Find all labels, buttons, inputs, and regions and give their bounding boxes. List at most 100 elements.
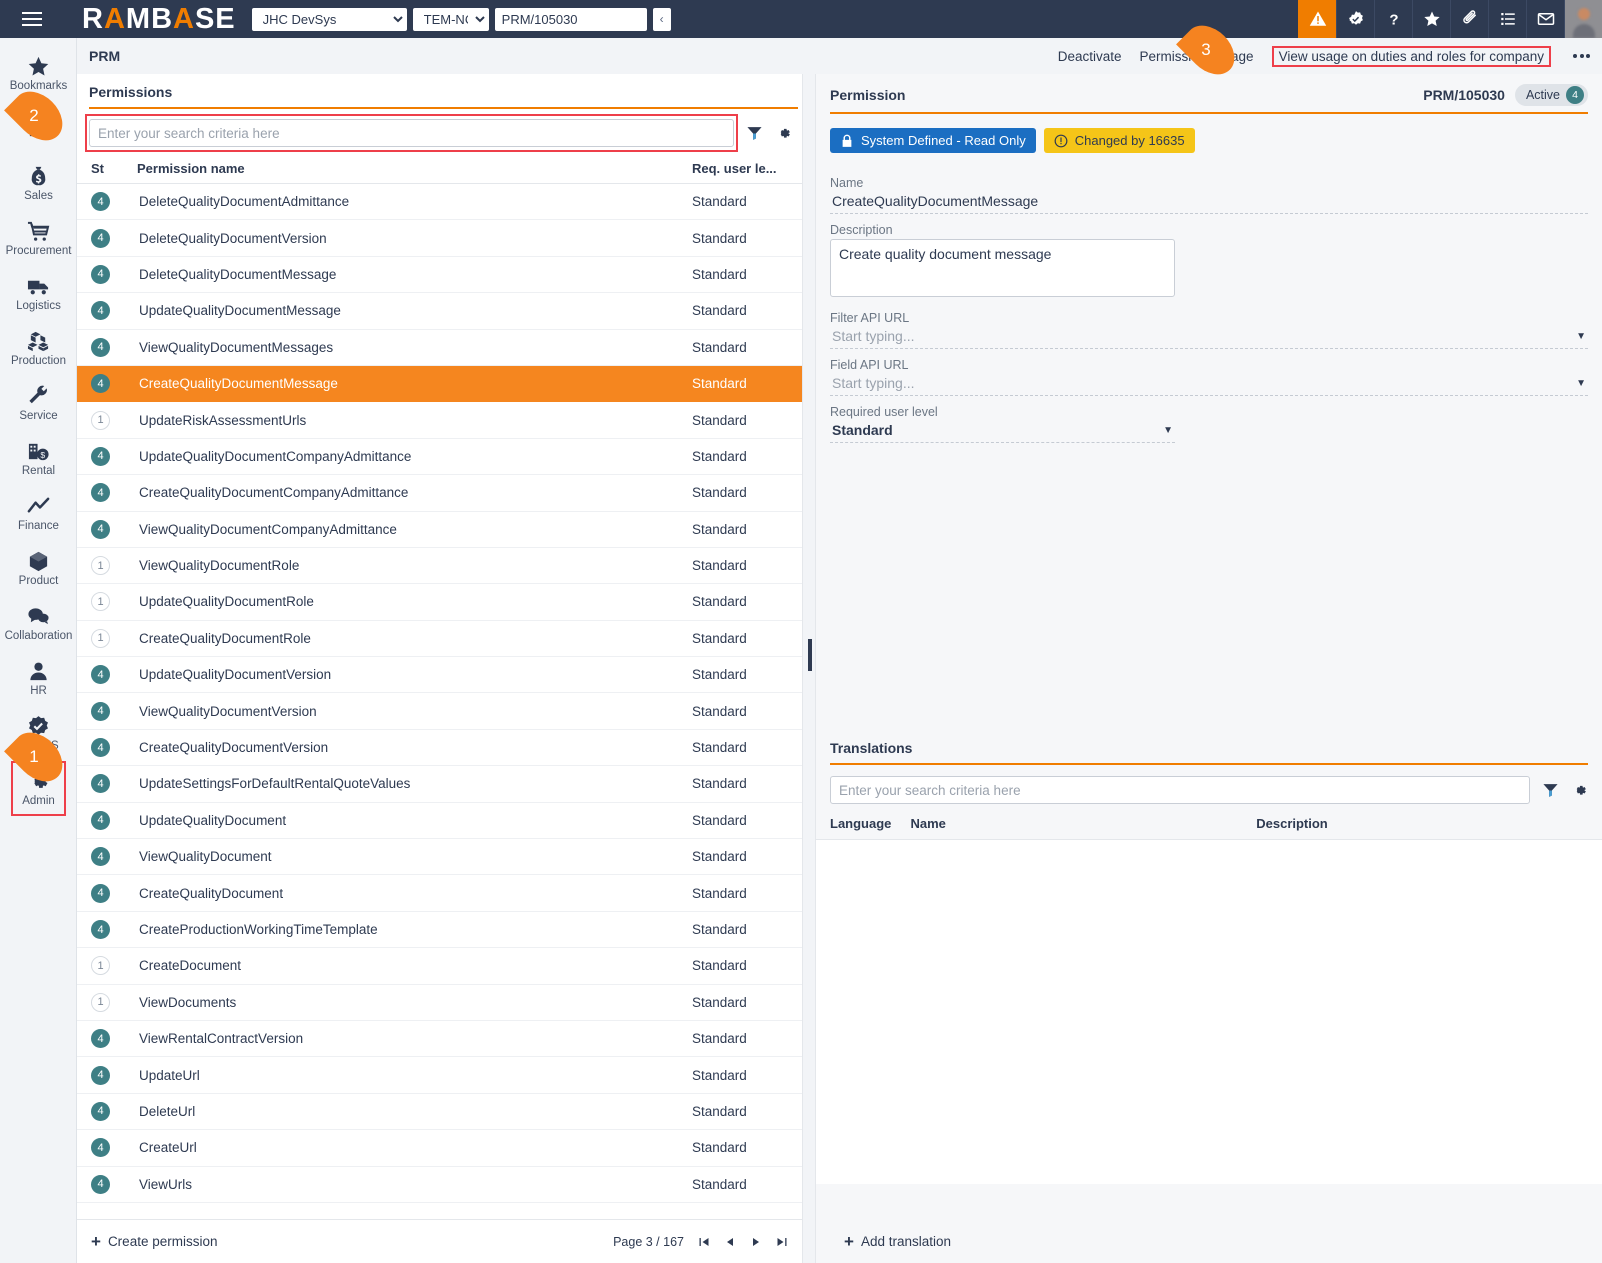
table-row[interactable]: 4 CreateQualityDocument Standard: [77, 874, 802, 912]
table-row[interactable]: 4 DeleteUrl Standard: [77, 1093, 802, 1131]
table-row[interactable]: 4 ViewQualityDocumentCompanyAdmittance Sta…: [77, 511, 802, 548]
row-permission-name[interactable]: ViewQualityDocumentCompanyAdmittance: [137, 511, 692, 548]
row-permission-name[interactable]: ViewQualityDocumentMessages: [137, 329, 692, 366]
collapse-toggle-icon[interactable]: ‹: [652, 7, 671, 31]
filter-icon[interactable]: [746, 125, 763, 142]
warning-icon[interactable]: [1298, 0, 1336, 38]
deactivate-link[interactable]: Deactivate: [1058, 49, 1122, 64]
previous-page-icon[interactable]: [724, 1236, 736, 1248]
row-permission-name[interactable]: UpdateQualityDocumentCompanyAdmittance: [137, 438, 692, 476]
row-permission-name[interactable]: DeleteUrl: [137, 1093, 692, 1131]
table-row[interactable]: 4 UpdateQualityDocument Standard: [77, 802, 802, 840]
table-row[interactable]: 4 CreateQualityDocumentCompanyAdmittance S…: [77, 474, 802, 512]
sidebar-item-service[interactable]: Service: [0, 376, 77, 431]
row-permission-name[interactable]: CreateProductionWorkingTimeTemplate: [137, 911, 692, 949]
table-row[interactable]: 4 DeleteQualityDocumentAdmittance Standard: [77, 183, 802, 221]
name-field-value[interactable]: CreateQualityDocumentMessage: [830, 190, 1588, 214]
row-permission-name[interactable]: ViewQualityDocument: [137, 838, 692, 876]
row-permission-name[interactable]: UpdateRiskAssessmentUrls: [137, 401, 692, 439]
field-api-url-input[interactable]: Start typing... ▼: [830, 372, 1588, 396]
filter-api-url-input[interactable]: Start typing... ▼: [830, 325, 1588, 349]
row-permission-name[interactable]: CreateUrl: [137, 1129, 692, 1167]
first-page-icon[interactable]: [698, 1236, 710, 1248]
table-row[interactable]: 4 CreateUrl Standard: [77, 1129, 802, 1167]
row-permission-name[interactable]: CreateQualityDocumentMessage: [137, 365, 692, 403]
column-header-language[interactable]: Language: [816, 814, 911, 839]
create-permission-button[interactable]: + Create permission: [91, 1233, 217, 1250]
table-row[interactable]: 4 ViewQualityDocumentMessages Standard: [77, 329, 802, 366]
list-settings-gear-icon[interactable]: [775, 125, 792, 142]
row-permission-name[interactable]: DeleteQualityDocumentAdmittance: [137, 183, 692, 221]
row-permission-name[interactable]: ViewQualityDocumentRole: [137, 547, 692, 585]
table-row[interactable]: 4 CreateProductionWorkingTimeTemplate Stan…: [77, 911, 802, 949]
table-row[interactable]: 1 CreateDocument Standard: [77, 947, 802, 985]
sidebar-item-rental[interactable]: $ Rental: [0, 431, 77, 486]
row-permission-name[interactable]: UpdateQualityDocumentMessage: [137, 292, 692, 330]
table-row[interactable]: 4 ViewUrls Standard: [77, 1166, 802, 1203]
sidebar-item-sales[interactable]: Sales: [0, 156, 77, 211]
next-page-icon[interactable]: [750, 1236, 762, 1248]
filter-icon[interactable]: [1542, 782, 1559, 799]
add-translation-button[interactable]: + Add translation: [844, 1233, 951, 1250]
row-permission-name[interactable]: UpdateSettingsForDefaultRentalQuoteValue…: [137, 765, 692, 803]
table-row[interactable]: 4 DeleteQualityDocumentVersion Standard: [77, 219, 802, 257]
messages-icon[interactable]: [1526, 0, 1564, 38]
approval-badge-icon[interactable]: [1336, 0, 1374, 38]
row-permission-name[interactable]: UpdateQualityDocumentVersion: [137, 656, 692, 694]
column-header-name[interactable]: Name: [911, 814, 1257, 839]
row-permission-name[interactable]: CreateDocument: [137, 947, 692, 985]
panel-splitter[interactable]: [802, 74, 816, 1263]
column-header-permission-name[interactable]: Permission name: [137, 157, 692, 184]
table-row[interactable]: 4 UpdateQualityDocumentCompanyAdmittance S…: [77, 438, 802, 476]
table-row[interactable]: 4 CreateQualityDocumentMessage Standard: [77, 365, 802, 403]
row-permission-name[interactable]: CreateQualityDocumentCompanyAdmittance: [137, 474, 692, 512]
sidebar-item-logistics[interactable]: Logistics: [0, 266, 77, 321]
table-row[interactable]: 1 ViewDocuments Standard: [77, 984, 802, 1021]
table-row[interactable]: 4 ViewRentalContractVersion Standard: [77, 1020, 802, 1058]
required-user-level-select[interactable]: Standard ▼: [830, 419, 1175, 443]
row-permission-name[interactable]: CreateQualityDocumentRole: [137, 620, 692, 658]
table-row[interactable]: 4 DeleteQualityDocumentMessage Standard: [77, 256, 802, 294]
document-id-input[interactable]: [494, 7, 647, 31]
sidebar-item-hr[interactable]: HR: [0, 651, 77, 706]
translations-search-input[interactable]: [830, 776, 1530, 804]
tasklist-icon[interactable]: [1488, 0, 1526, 38]
sidebar-item-procurement[interactable]: Procurement: [0, 211, 77, 266]
table-row[interactable]: 4 UpdateUrl Standard: [77, 1056, 802, 1094]
sidebar-item-collaboration[interactable]: Collaboration: [0, 596, 77, 651]
table-row[interactable]: 1 UpdateRiskAssessmentUrls Standard: [77, 401, 802, 439]
favourites-star-icon[interactable]: [1412, 0, 1450, 38]
row-permission-name[interactable]: ViewQualityDocumentVersion: [137, 692, 692, 730]
last-page-icon[interactable]: [776, 1236, 788, 1248]
table-row[interactable]: 1 ViewQualityDocumentRole Standard: [77, 547, 802, 585]
row-permission-name[interactable]: ViewRentalContractVersion: [137, 1020, 692, 1058]
table-row[interactable]: 1 CreateQualityDocumentRole Standard: [77, 620, 802, 658]
user-avatar[interactable]: [1564, 0, 1602, 38]
row-permission-name[interactable]: CreateQualityDocument: [137, 874, 692, 912]
row-permission-name[interactable]: CreateQualityDocumentVersion: [137, 729, 692, 767]
table-row[interactable]: 4 CreateQualityDocumentVersion Standard: [77, 729, 802, 767]
system-select[interactable]: TEM-NO: [412, 7, 489, 31]
table-row[interactable]: 4 UpdateQualityDocumentMessage Standard: [77, 292, 802, 330]
row-permission-name[interactable]: UpdateQualityDocumentRole: [137, 583, 692, 621]
row-permission-name[interactable]: DeleteQualityDocumentMessage: [137, 256, 692, 294]
table-row[interactable]: 4 ViewQualityDocument Standard: [77, 838, 802, 876]
row-permission-name[interactable]: ViewDocuments: [137, 984, 692, 1021]
row-permission-name[interactable]: UpdateUrl: [137, 1056, 692, 1094]
row-permission-name[interactable]: UpdateQualityDocument: [137, 802, 692, 840]
column-header-description[interactable]: Description: [1256, 814, 1602, 839]
column-header-status[interactable]: St: [77, 157, 137, 184]
menu-hamburger-icon[interactable]: [0, 0, 64, 38]
table-row[interactable]: 4 ViewQualityDocumentVersion Standard: [77, 692, 802, 730]
permissions-search-input[interactable]: [89, 119, 734, 147]
sidebar-item-production[interactable]: Production: [0, 321, 77, 376]
attachment-icon[interactable]: [1450, 0, 1488, 38]
description-field-input[interactable]: Create quality document message: [830, 239, 1175, 297]
row-permission-name[interactable]: DeleteQualityDocumentVersion: [137, 219, 692, 257]
translations-settings-gear-icon[interactable]: [1571, 782, 1588, 799]
more-options-icon[interactable]: [1569, 54, 1590, 58]
help-icon[interactable]: ?: [1374, 0, 1412, 38]
view-usage-link[interactable]: View usage on duties and roles for compa…: [1271, 45, 1551, 67]
company-select[interactable]: JHC DevSys: [251, 7, 407, 31]
table-row[interactable]: 1 UpdateQualityDocumentRole Standard: [77, 583, 802, 621]
